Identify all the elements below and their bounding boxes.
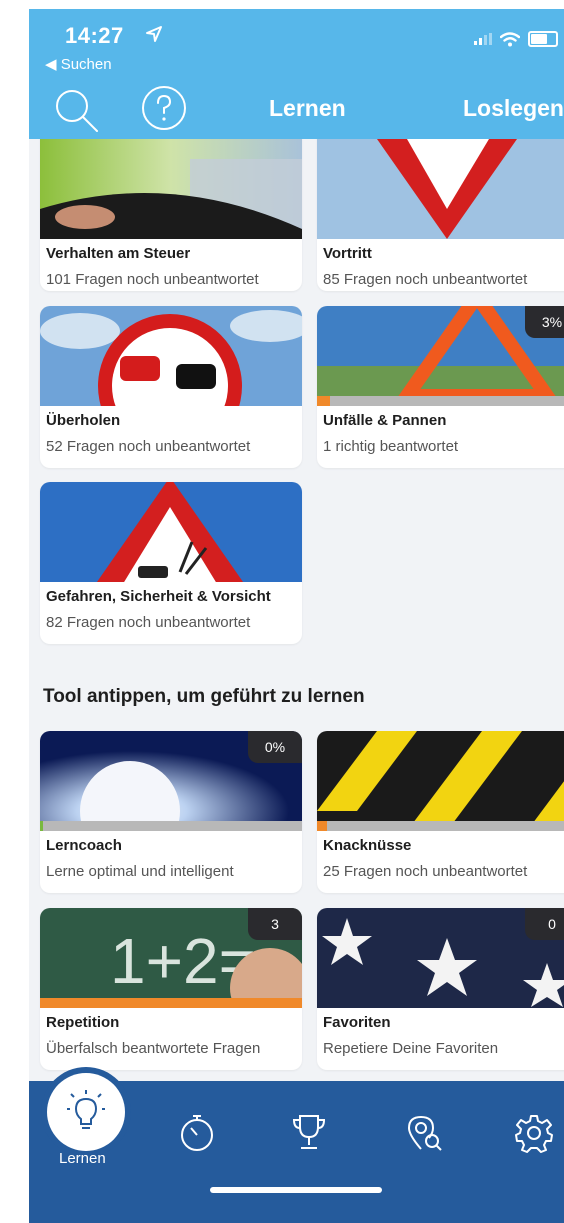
wifi-icon (500, 31, 520, 46)
progress-fill (40, 821, 43, 831)
progress-bar (317, 396, 564, 406)
stopwatch-icon[interactable] (177, 1113, 217, 1153)
card-title: Lerncoach (46, 837, 122, 854)
category-card-vortritt[interactable]: Vortritt 85 Fragen noch unbeantwortet (317, 119, 564, 291)
card-image (40, 482, 302, 582)
progress-bar (40, 998, 302, 1008)
card-title: Knacknüsse (323, 837, 412, 854)
category-card-unfaelle[interactable]: 3% Unfälle & Pannen 1 richtig beantworte… (317, 306, 564, 468)
category-card-gefahren[interactable]: Gefahren, Sicherheit & Vorsicht 82 Frage… (40, 482, 302, 644)
start-button[interactable]: Loslegen (463, 95, 564, 122)
card-title: Verhalten am Steuer (46, 245, 191, 262)
location-search-icon[interactable] (405, 1113, 445, 1153)
progress-badge: 3% (525, 306, 564, 338)
card-title: Überholen (46, 412, 121, 429)
tool-card-repetition[interactable]: 1+2= 3 Repetition Überfalsch beantwortet… (40, 908, 302, 1070)
card-subtitle: 52 Fragen noch unbeantwortet (46, 438, 251, 455)
active-tab-circle (47, 1073, 125, 1151)
progress-fill (40, 998, 302, 1008)
tab-lernen-label: Lernen (59, 1150, 106, 1167)
progress-fill (317, 821, 328, 831)
card-subtitle: Überfalsch beantwortete Fragen (46, 1040, 261, 1057)
card-title: Unfälle & Pannen (323, 412, 447, 429)
tool-card-knacknuesse[interactable]: Knacknüsse 25 Fragen noch unbeantwortet (317, 731, 564, 893)
tools-section-title: Tool antippen, um geführt zu lernen (43, 686, 365, 707)
card-image (40, 139, 302, 239)
status-indicators (474, 31, 558, 47)
lightbulb-icon (67, 1090, 105, 1129)
card-title: Gefahren, Sicherheit & Vorsicht (46, 588, 271, 605)
category-card-ueberholen[interactable]: Überholen 52 Fragen noch unbeantwortet (40, 306, 302, 468)
location-arrow-icon (146, 26, 162, 42)
home-indicator[interactable] (210, 1187, 382, 1193)
card-title: Favoriten (323, 1014, 391, 1031)
search-icon[interactable] (53, 87, 101, 135)
card-subtitle: 101 Fragen noch unbeantwortet (46, 271, 259, 288)
trophy-icon[interactable] (291, 1113, 327, 1153)
card-subtitle: 25 Fragen noch unbeantwortet (323, 863, 528, 880)
card-subtitle: Repetiere Deine Favoriten (323, 1040, 499, 1057)
card-subtitle: 1 richtig beantwortet (323, 438, 459, 455)
count-badge: 3 (248, 908, 302, 940)
progress-bar (317, 821, 564, 831)
card-subtitle: 85 Fragen noch unbeantwortet (323, 271, 528, 288)
header: 14:27 ◀ Suchen Lernen Loslegen (29, 9, 564, 139)
back-to-search-link[interactable]: ◀ Suchen (45, 55, 112, 73)
help-icon[interactable] (141, 85, 187, 131)
card-title: Repetition (46, 1014, 120, 1031)
count-badge: 0 (525, 908, 564, 940)
page-title: Lernen (269, 95, 346, 121)
card-image (40, 306, 302, 406)
card-subtitle: 82 Fragen noch unbeantwortet (46, 614, 251, 631)
app-screen: 14:27 ◀ Suchen Lernen Loslegen Verhalten… (29, 9, 564, 1223)
gear-icon[interactable] (514, 1113, 554, 1153)
progress-bar (40, 821, 302, 831)
tool-card-lerncoach[interactable]: 0% Lerncoach Lerne optimal und intellige… (40, 731, 302, 893)
progress-badge: 0% (248, 731, 302, 763)
card-subtitle: Lerne optimal und intelligent (46, 863, 234, 880)
card-title: Vortritt (323, 245, 372, 262)
status-time: 14:27 (65, 23, 124, 48)
card-image (317, 731, 564, 831)
tab-lernen[interactable] (41, 1067, 131, 1157)
card-image (317, 139, 564, 239)
signal-icon (474, 33, 492, 45)
tool-card-favoriten[interactable]: 0 Favoriten Repetiere Deine Favoriten (317, 908, 564, 1070)
battery-icon (528, 31, 558, 47)
progress-fill (317, 396, 331, 406)
category-card-verhalten[interactable]: Verhalten am Steuer 101 Fragen noch unbe… (40, 119, 302, 291)
